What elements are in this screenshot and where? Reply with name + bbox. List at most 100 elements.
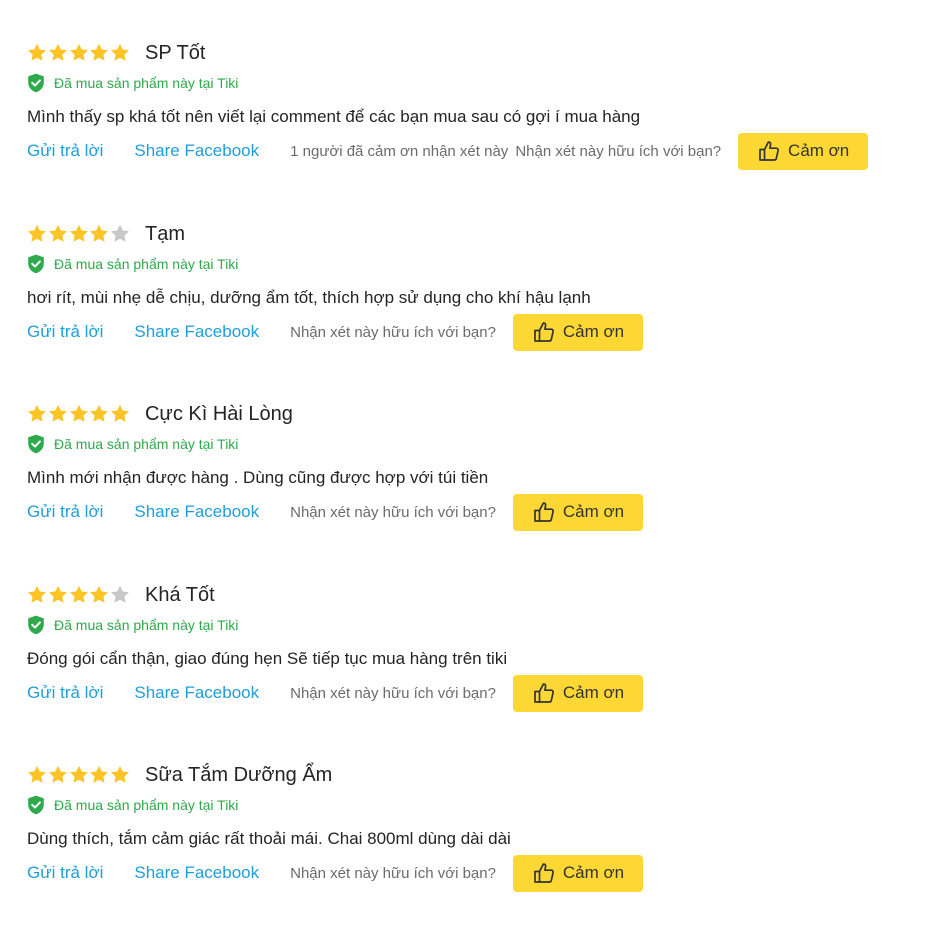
share-facebook-link[interactable]: Share Facebook <box>134 502 259 522</box>
star-filled-icon <box>48 224 68 244</box>
star-filled-icon <box>48 404 68 424</box>
review-title: Cực Kì Hài Lòng <box>144 403 293 425</box>
verified-purchase: Đã mua sản phẩm này tại Tiki <box>27 795 238 815</box>
star-rating <box>27 402 131 426</box>
review-actions: Gửi trả lời Share Facebook Nhận xét này … <box>27 493 643 531</box>
thanks-button[interactable]: Cảm ơn <box>512 493 643 531</box>
review-item: SP Tốt Đã mua sản phẩm này tại Tiki Mình… <box>27 39 927 199</box>
verified-purchase: Đã mua sản phẩm này tại Tiki <box>27 615 238 635</box>
reply-link[interactable]: Gửi trả lời <box>27 863 103 883</box>
thanks-button[interactable]: Cảm ơn <box>512 854 643 892</box>
thanks-button[interactable]: Cảm ơn <box>512 674 643 712</box>
review-title: Sữa Tắm Dưỡng Ẩm <box>144 764 333 786</box>
helpful-question-text: Nhận xét này hữu ích với bạn? <box>290 323 496 341</box>
reply-link[interactable]: Gửi trả lời <box>27 322 103 342</box>
star-empty-icon <box>110 585 130 605</box>
star-filled-icon <box>48 585 68 605</box>
star-filled-icon <box>48 765 68 785</box>
thanks-button-label: Cảm ơn <box>562 322 625 341</box>
review-actions: Gửi trả lời Share Facebook Nhận xét này … <box>27 313 643 351</box>
star-filled-icon <box>69 585 89 605</box>
star-filled-icon <box>27 43 47 63</box>
star-filled-icon <box>69 224 89 244</box>
share-facebook-link[interactable]: Share Facebook <box>134 322 259 342</box>
thanks-button[interactable]: Cảm ơn <box>512 313 643 351</box>
review-header: SP Tốt <box>27 39 205 67</box>
verified-purchase-text: Đã mua sản phẩm này tại Tiki <box>54 797 239 813</box>
star-filled-icon <box>89 404 109 424</box>
star-filled-icon <box>69 765 89 785</box>
helpful-question-text: Nhận xét này hữu ích với bạn? <box>290 503 496 521</box>
review-title: Tạm <box>144 223 185 245</box>
thanks-button-label: Cảm ơn <box>788 141 850 160</box>
share-facebook-link[interactable]: Share Facebook <box>134 863 259 883</box>
shield-check-icon <box>27 795 45 815</box>
star-filled-icon <box>69 404 89 424</box>
thumbs-up-icon <box>532 320 556 344</box>
star-rating <box>27 763 131 787</box>
star-filled-icon <box>89 585 109 605</box>
star-filled-icon <box>89 224 109 244</box>
review-actions: Gửi trả lời Share Facebook Nhận xét này … <box>27 674 643 712</box>
review-content: Mình mới nhận được hàng . Dùng cũng được… <box>27 468 489 487</box>
review-content: Mình thấy sp khá tốt nên viết lại commen… <box>27 107 641 126</box>
verified-purchase-text: Đã mua sản phẩm này tại Tiki <box>54 436 239 452</box>
star-filled-icon <box>110 404 130 424</box>
helpful-question-text: Nhận xét này hữu ích với bạn? <box>290 864 496 882</box>
verified-purchase: Đã mua sản phẩm này tại Tiki <box>27 73 238 93</box>
star-rating <box>27 583 131 607</box>
thumbs-up-icon <box>532 500 556 524</box>
thumbs-up-icon <box>532 861 556 885</box>
thanks-button[interactable]: Cảm ơn <box>738 132 869 170</box>
star-filled-icon <box>110 43 130 63</box>
star-rating <box>27 222 131 246</box>
star-filled-icon <box>27 585 47 605</box>
review-actions: Gửi trả lời Share Facebook Nhận xét này … <box>27 854 643 892</box>
review-content: Đóng gói cẩn thận, giao đúng hẹn Sẽ tiếp… <box>27 649 508 668</box>
verified-purchase: Đã mua sản phẩm này tại Tiki <box>27 434 238 454</box>
review-title: Khá Tốt <box>144 584 215 606</box>
star-filled-icon <box>48 43 68 63</box>
review-item: Cực Kì Hài Lòng Đã mua sản phẩm này tại … <box>27 400 927 560</box>
star-filled-icon <box>27 404 47 424</box>
reply-link[interactable]: Gửi trả lời <box>27 502 103 522</box>
thanks-button-label: Cảm ơn <box>562 502 625 521</box>
review-actions: Gửi trả lời Share Facebook 1 người đã cả… <box>27 132 869 170</box>
helpful-question-text: Nhận xét này hữu ích với bạn? <box>290 684 496 702</box>
verified-purchase-text: Đã mua sản phẩm này tại Tiki <box>54 256 239 272</box>
verified-purchase-text: Đã mua sản phẩm này tại Tiki <box>54 617 239 633</box>
shield-check-icon <box>27 254 45 274</box>
thanks-count-text: 1 người đã cảm ơn nhận xét này <box>290 142 509 160</box>
review-content: Dùng thích, tắm cảm giác rất thoải mái. … <box>27 829 511 848</box>
review-header: Sữa Tắm Dưỡng Ẩm <box>27 761 332 789</box>
star-filled-icon <box>69 43 89 63</box>
shield-check-icon <box>27 615 45 635</box>
thanks-button-label: Cảm ơn <box>562 683 625 702</box>
helpful-question-text: Nhận xét này hữu ích với bạn? <box>515 142 722 160</box>
star-filled-icon <box>27 765 47 785</box>
verified-purchase: Đã mua sản phẩm này tại Tiki <box>27 254 238 274</box>
star-empty-icon <box>110 224 130 244</box>
shield-check-icon <box>27 434 45 454</box>
shield-check-icon <box>27 73 45 93</box>
share-facebook-link[interactable]: Share Facebook <box>134 141 259 161</box>
star-rating <box>27 41 131 65</box>
review-header: Tạm <box>27 220 185 248</box>
verified-purchase-text: Đã mua sản phẩm này tại Tiki <box>54 75 239 91</box>
star-filled-icon <box>89 43 109 63</box>
review-item: Sữa Tắm Dưỡng Ẩm Đã mua sản phẩm này tại… <box>27 761 927 921</box>
reply-link[interactable]: Gửi trả lời <box>27 683 103 703</box>
review-list: SP Tốt Đã mua sản phẩm này tại Tiki Mình… <box>0 0 943 943</box>
thumbs-up-icon <box>532 681 556 705</box>
star-filled-icon <box>110 765 130 785</box>
review-header: Cực Kì Hài Lòng <box>27 400 293 428</box>
review-title: SP Tốt <box>144 42 206 64</box>
thanks-button-label: Cảm ơn <box>562 863 625 882</box>
star-filled-icon <box>89 765 109 785</box>
review-content: hơi rít, mùi nhẹ dễ chịu, dưỡng ẩm tốt, … <box>27 288 591 307</box>
review-item: Khá Tốt Đã mua sản phẩm này tại Tiki Đón… <box>27 581 927 741</box>
reply-link[interactable]: Gửi trả lời <box>27 141 103 161</box>
share-facebook-link[interactable]: Share Facebook <box>134 683 259 703</box>
review-item: Tạm Đã mua sản phẩm này tại Tiki hơi rít… <box>27 220 927 380</box>
review-header: Khá Tốt <box>27 581 215 609</box>
